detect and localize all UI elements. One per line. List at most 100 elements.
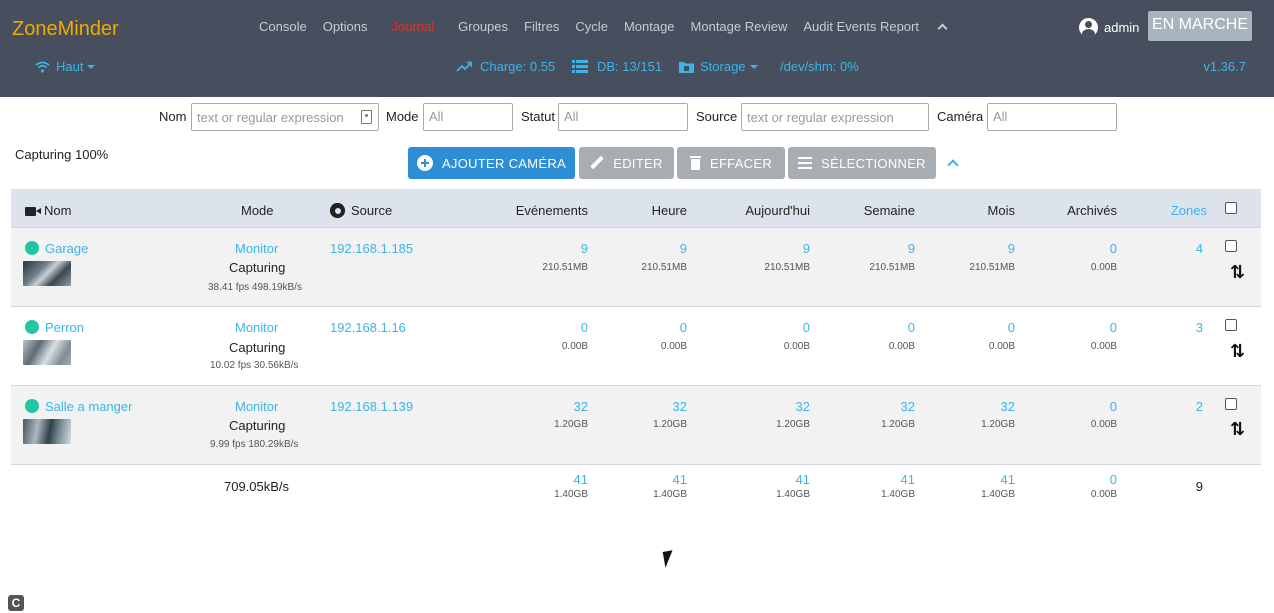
filter-name-input[interactable]	[191, 103, 379, 131]
reorder-arrows-icon[interactable]	[1230, 264, 1244, 280]
zones-count[interactable]: 3	[1196, 320, 1203, 335]
total-today-count[interactable]: 41	[796, 472, 810, 487]
reorder-arrows-icon[interactable]	[1230, 421, 1244, 437]
month-count[interactable]: 0	[1008, 320, 1015, 335]
month-count[interactable]: 9	[1008, 241, 1015, 256]
hour-size: 210.51MB	[641, 262, 687, 273]
column-events-header[interactable]: Evénements	[516, 203, 588, 218]
column-today-header[interactable]: Aujourd'hui	[745, 203, 810, 218]
today-size: 210.51MB	[764, 262, 810, 273]
filter-camera-select[interactable]: All	[987, 103, 1117, 131]
events-size: 0.00B	[561, 341, 588, 352]
storage-dropdown[interactable]: Storage	[679, 59, 758, 74]
user-menu[interactable]: admin	[1079, 18, 1139, 37]
monitor-source-link[interactable]: 192.168.1.139	[330, 399, 413, 414]
bandwidth-dropdown[interactable]: Haut	[35, 59, 96, 74]
monitor-stats: 10.02 fps 30.56kB/s	[210, 360, 299, 371]
events-count[interactable]: 9	[581, 241, 588, 256]
reorder-arrows-icon[interactable]	[1230, 343, 1244, 359]
nav-journal[interactable]: Journal	[392, 19, 435, 34]
monitor-status: Capturing	[229, 418, 286, 433]
archived-count[interactable]: 0	[1110, 320, 1117, 335]
total-archived-count[interactable]: 0	[1110, 472, 1117, 487]
today-count[interactable]: 32	[796, 399, 810, 414]
monitor-name-link[interactable]: Salle a manger	[45, 399, 132, 414]
nav-cycle[interactable]: Cycle	[575, 19, 608, 34]
total-week-count[interactable]: 41	[901, 472, 915, 487]
row-checkbox[interactable]	[1225, 398, 1237, 410]
edit-button[interactable]: EDITER	[579, 147, 674, 179]
brand-logo[interactable]: ZoneMinder	[12, 18, 119, 41]
user-icon	[1079, 18, 1098, 37]
filter-bar: Nom Mode All Statut All Source Caméra Al…	[0, 103, 1274, 131]
today-count[interactable]: 0	[803, 320, 810, 335]
column-name-header[interactable]: Nom	[25, 203, 71, 218]
hour-count[interactable]: 9	[680, 241, 687, 256]
hour-count[interactable]: 0	[680, 320, 687, 335]
monitor-status: Capturing	[229, 340, 286, 355]
archived-count[interactable]: 0	[1110, 241, 1117, 256]
collapse-toolbar-icon[interactable]	[947, 159, 959, 171]
total-events-count[interactable]: 41	[574, 472, 588, 487]
collapse-nav-icon[interactable]	[937, 23, 948, 34]
column-mode-header[interactable]: Mode	[241, 203, 274, 218]
add-camera-button[interactable]: AJOUTER CAMÉRA	[408, 147, 575, 179]
nav-console[interactable]: Console	[259, 19, 307, 34]
monitor-name-link[interactable]: Perron	[45, 320, 84, 335]
zones-count[interactable]: 2	[1196, 399, 1203, 414]
events-count[interactable]: 0	[581, 320, 588, 335]
total-hour-size: 1.40GB	[653, 489, 687, 500]
nav-montage[interactable]: Montage	[624, 19, 675, 34]
version-label[interactable]: v1.36.7	[1203, 59, 1246, 74]
load-indicator: Charge: 0.55	[456, 59, 555, 74]
zones-count[interactable]: 4	[1196, 241, 1203, 256]
filter-mode-select[interactable]: All	[423, 103, 513, 131]
month-count[interactable]: 32	[1001, 399, 1015, 414]
column-archived-header[interactable]: Archivés	[1067, 203, 1117, 218]
today-count[interactable]: 9	[803, 241, 810, 256]
column-week-header[interactable]: Semaine	[864, 203, 915, 218]
row-checkbox[interactable]	[1225, 240, 1237, 252]
filter-source-input[interactable]	[741, 103, 929, 131]
monitor-thumbnail[interactable]	[23, 419, 71, 444]
column-source-header[interactable]: Source	[330, 203, 392, 218]
week-count[interactable]: 9	[908, 241, 915, 256]
capturing-summary: Capturing 100%	[15, 147, 109, 162]
chevron-down-icon	[87, 64, 96, 69]
nav-montage-review[interactable]: Montage Review	[691, 19, 788, 34]
monitor-function-link[interactable]: Monitor	[235, 399, 278, 414]
corner-badge[interactable]: C	[8, 595, 24, 611]
archived-size: 0.00B	[1090, 419, 1117, 430]
column-zones-header[interactable]: Zones	[1171, 203, 1207, 218]
week-count[interactable]: 0	[908, 320, 915, 335]
archived-count[interactable]: 0	[1110, 399, 1117, 414]
total-archived-size: 0.00B	[1090, 489, 1117, 500]
monitor-source-link[interactable]: 192.168.1.16	[330, 320, 406, 335]
filter-status-select[interactable]: All	[558, 103, 688, 131]
events-count[interactable]: 32	[574, 399, 588, 414]
total-month-count[interactable]: 41	[1001, 472, 1015, 487]
monitor-name-link[interactable]: Garage	[45, 241, 88, 256]
month-size: 1.20GB	[981, 419, 1015, 430]
monitor-thumbnail[interactable]	[23, 340, 71, 365]
monitor-thumbnail[interactable]	[23, 261, 71, 286]
select-all-checkbox[interactable]	[1225, 202, 1237, 214]
run-state-button[interactable]: EN MARCHE	[1148, 11, 1252, 41]
column-hour-header[interactable]: Heure	[652, 203, 687, 218]
nav-audit-events-report[interactable]: Audit Events Report	[803, 19, 919, 34]
nav-options[interactable]: Options	[323, 19, 368, 34]
row-checkbox[interactable]	[1225, 319, 1237, 331]
monitor-source-link[interactable]: 192.168.1.185	[330, 241, 413, 256]
total-hour-count[interactable]: 41	[673, 472, 687, 487]
monitor-function-link[interactable]: Monitor	[235, 320, 278, 335]
hour-count[interactable]: 32	[673, 399, 687, 414]
bandwidth-label: Haut	[56, 59, 84, 74]
nav-groups[interactable]: Groupes	[458, 19, 508, 34]
mouse-cursor-icon	[662, 550, 676, 568]
select-button[interactable]: SÉLECTIONNER	[788, 147, 936, 179]
delete-button[interactable]: EFFACER	[677, 147, 785, 179]
column-month-header[interactable]: Mois	[988, 203, 1015, 218]
nav-filters[interactable]: Filtres	[524, 19, 559, 34]
week-count[interactable]: 32	[901, 399, 915, 414]
monitor-function-link[interactable]: Monitor	[235, 241, 278, 256]
